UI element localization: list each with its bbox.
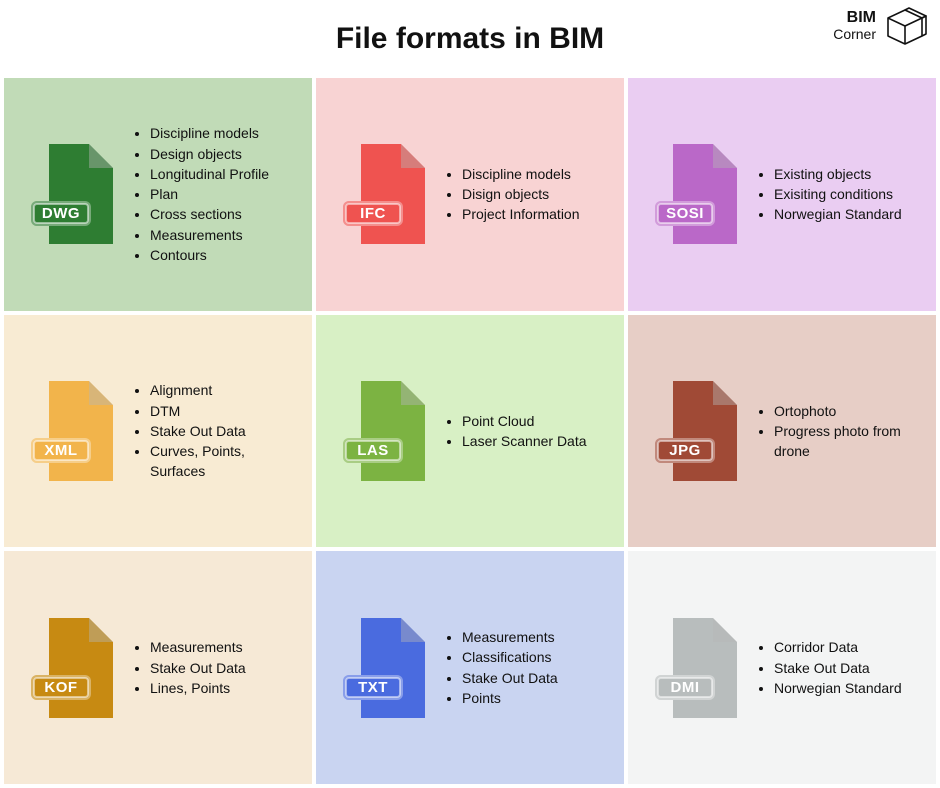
card-sosi: SOSI Existing objectsExisiting conditions…	[628, 78, 936, 311]
list-item: Project Information	[462, 204, 580, 224]
file-icon-wrap: XML	[18, 381, 128, 481]
file-ext-badge: DWG	[31, 201, 91, 226]
file-ext-badge: TXT	[343, 675, 403, 700]
file-icon-wrap: LAS	[330, 381, 440, 481]
file-ext-text: IFC	[360, 205, 386, 222]
feature-list: AlignmentDTMStake Out DataCurves, Points…	[128, 380, 298, 481]
list-item: Progress photo from drone	[774, 421, 922, 462]
cards-grid: DWGDiscipline modelsDesign objectsLongit…	[0, 78, 940, 788]
list-item: Stake Out Data	[462, 668, 558, 688]
file-ext-text: XML	[44, 442, 77, 459]
file-icon-wrap: DMI	[642, 618, 752, 718]
list-item: Classifications	[462, 647, 558, 667]
feature-list: Corridor DataStake Out DataNorwegian Sta…	[752, 637, 902, 698]
file-icon: TXT	[345, 618, 425, 718]
file-ext-badge: JPG	[655, 438, 715, 463]
card-las: LAS Point CloudLaser Scanner Data	[316, 315, 624, 548]
list-item: Norwegian Standard	[774, 678, 902, 698]
file-icon: LAS	[345, 381, 425, 481]
file-icon-wrap: TXT	[330, 618, 440, 718]
feature-list: Discipline modelsDisign objectsProject I…	[440, 164, 580, 225]
list-item: Design objects	[150, 144, 269, 164]
file-icon: SOSI	[657, 144, 737, 244]
list-item: Norwegian Standard	[774, 204, 902, 224]
file-ext-text: LAS	[357, 442, 389, 459]
list-item: Existing objects	[774, 164, 902, 184]
file-ext-badge: SOSI	[655, 201, 715, 226]
list-item: Measurements	[462, 627, 558, 647]
file-ext-text: DWG	[42, 205, 80, 222]
file-icon-wrap: DWG	[18, 144, 128, 244]
file-icon: XML	[33, 381, 113, 481]
file-ext-badge: DMI	[655, 675, 715, 700]
file-icon: JPG	[657, 381, 737, 481]
list-item: Discipline models	[150, 123, 269, 143]
card-dmi: DMI Corridor DataStake Out DataNorwegian …	[628, 551, 936, 784]
file-ext-text: TXT	[358, 679, 388, 696]
file-icon: DMI	[657, 618, 737, 718]
list-item: Ortophoto	[774, 401, 922, 421]
card-kof: KOF MeasurementsStake Out DataLines, Poin…	[4, 551, 312, 784]
list-item: Stake Out Data	[774, 658, 902, 678]
list-item: DTM	[150, 401, 298, 421]
card-jpg: JPG OrtophotoProgress photo from drone	[628, 315, 936, 548]
list-item: Point Cloud	[462, 411, 587, 431]
header: File formats in BIM BIM Corner	[0, 0, 940, 78]
list-item: Longitudinal Profile	[150, 164, 269, 184]
feature-list: MeasurementsStake Out DataLines, Points	[128, 637, 246, 698]
box-icon	[882, 6, 928, 46]
file-ext-text: JPG	[669, 442, 701, 459]
file-icon: IFC	[345, 144, 425, 244]
list-item: Disign objects	[462, 184, 580, 204]
file-icon-wrap: JPG	[642, 381, 752, 481]
feature-list: Discipline modelsDesign objectsLongitudi…	[128, 123, 269, 265]
page-title: File formats in BIM	[336, 22, 604, 56]
list-item: Corridor Data	[774, 637, 902, 657]
list-item: Curves, Points, Surfaces	[150, 441, 298, 482]
file-icon-wrap: IFC	[330, 144, 440, 244]
card-xml: XML AlignmentDTMStake Out DataCurves, Poi…	[4, 315, 312, 548]
file-ext-badge: XML	[31, 438, 91, 463]
card-ifc: IFC Discipline modelsDisign objectsProjec…	[316, 78, 624, 311]
file-ext-text: DMI	[671, 679, 700, 696]
feature-list: OrtophotoProgress photo from drone	[752, 401, 922, 462]
logo-line2: Corner	[833, 26, 876, 42]
list-item: Plan	[150, 184, 269, 204]
file-ext-text: KOF	[44, 679, 77, 696]
list-item: Laser Scanner Data	[462, 431, 587, 451]
file-icon-wrap: KOF	[18, 618, 128, 718]
file-icon: KOF	[33, 618, 113, 718]
list-item: Lines, Points	[150, 678, 246, 698]
file-icon: DWG	[33, 144, 113, 244]
card-dwg: DWG Discipline modelsDesign objectsLongit…	[4, 78, 312, 311]
list-item: Measurements	[150, 637, 246, 657]
list-item: Discipline models	[462, 164, 580, 184]
list-item: Stake Out Data	[150, 658, 246, 678]
logo-line1: BIM	[833, 10, 876, 26]
file-ext-badge: IFC	[343, 201, 403, 226]
card-txt: TXT MeasurementsClassificationsStake Out …	[316, 551, 624, 784]
list-item: Stake Out Data	[150, 421, 298, 441]
file-ext-badge: KOF	[31, 675, 91, 700]
feature-list: MeasurementsClassificationsStake Out Dat…	[440, 627, 558, 708]
file-ext-text: SOSI	[666, 205, 704, 222]
list-item: Cross sections	[150, 204, 269, 224]
list-item: Measurements	[150, 225, 269, 245]
logo: BIM Corner	[833, 6, 928, 46]
file-ext-badge: LAS	[343, 438, 403, 463]
list-item: Exisiting conditions	[774, 184, 902, 204]
list-item: Alignment	[150, 380, 298, 400]
feature-list: Existing objectsExisiting conditionsNorw…	[752, 164, 902, 225]
list-item: Points	[462, 688, 558, 708]
logo-text: BIM Corner	[833, 10, 876, 42]
list-item: Contours	[150, 245, 269, 265]
file-icon-wrap: SOSI	[642, 144, 752, 244]
feature-list: Point CloudLaser Scanner Data	[440, 411, 587, 452]
